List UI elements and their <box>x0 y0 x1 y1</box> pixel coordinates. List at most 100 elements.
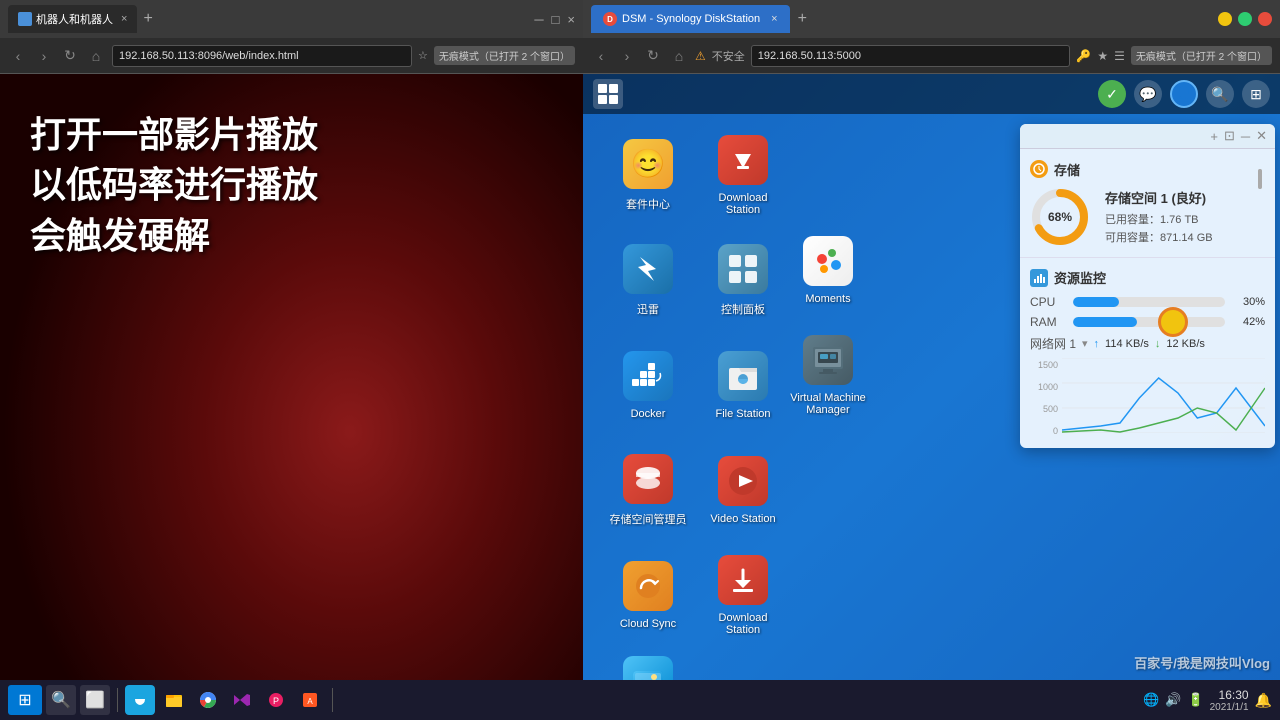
dsm-tab-active[interactable]: D DSM - Synology DiskStation × <box>591 5 790 33</box>
app-item-storage-manager[interactable]: 存储空间管理员 <box>603 439 693 539</box>
chart-canvas-area <box>1062 358 1265 438</box>
app-item-cloud-sync[interactable]: Cloud Sync <box>603 544 693 644</box>
dsm-win-minimize[interactable] <box>1218 12 1232 26</box>
storage-volume-name: 存储空间 1 (良好) <box>1105 188 1265 207</box>
left-tab-close[interactable]: × <box>121 13 127 25</box>
network-dropdown[interactable]: ▾ <box>1082 337 1088 350</box>
left-address-input[interactable] <box>112 45 412 67</box>
storage-donut-chart: 68% <box>1030 187 1090 247</box>
dsm-user-avatar[interactable]: 👤 <box>1170 80 1198 108</box>
taskbar-notification-button[interactable]: 🔔 <box>1255 692 1272 709</box>
taskbar-app6-icon[interactable]: A <box>295 685 325 715</box>
video-station-label: Video Station <box>710 513 775 525</box>
taskbar-vs-icon[interactable] <box>227 685 257 715</box>
app-item-control-panel[interactable]: 控制面板 <box>698 229 788 329</box>
storage-header: 存储 <box>1030 159 1265 179</box>
app-item-package-center[interactable]: 套件中心 <box>603 124 693 224</box>
storage-info: 存储空间 1 (良好) 已用容量：1.76 TB 可用容量：871.14 GB <box>1105 188 1265 247</box>
app-item-docker[interactable]: Docker <box>603 334 693 434</box>
dsm-key-icon[interactable]: 🔑 <box>1076 49 1091 63</box>
taskbar-network-icon[interactable]: 🌐 <box>1143 692 1159 708</box>
cloud-sync-icon <box>623 561 673 611</box>
left-tab-favicon <box>18 12 32 26</box>
dsm-win-close[interactable] <box>1258 12 1272 26</box>
dsm-apps-grid-icon[interactable] <box>593 79 623 109</box>
xunlei-icon <box>623 244 673 294</box>
control-panel-label: 控制面板 <box>721 301 765 317</box>
windows-start-button[interactable]: ⊞ <box>8 685 42 715</box>
dsm-search-button[interactable]: 🔍 <box>1206 80 1234 108</box>
dsm-bookmark-icon[interactable]: ★ <box>1097 49 1108 63</box>
widget-close-button[interactable]: ✕ <box>1256 128 1267 144</box>
dsm-address-input[interactable] <box>751 45 1071 67</box>
app-item-video-station[interactable]: Video Station <box>698 439 788 539</box>
dsm-nav-forward[interactable]: › <box>617 48 637 64</box>
overlay-line3: 会触发硬解 <box>30 211 318 261</box>
network-down-value: 12 KB/s <box>1166 338 1205 350</box>
dsm-chat-icon[interactable]: 💬 <box>1134 80 1162 108</box>
dsm-insecure-label: 不安全 <box>712 48 745 64</box>
dsm-extensions-icon[interactable]: ☰ <box>1114 49 1125 63</box>
dsm-browser-chrome: D DSM - Synology DiskStation × + <box>583 0 1280 38</box>
left-nav-refresh[interactable]: ↻ <box>60 47 80 64</box>
dsm-app-grid: 套件中心 Download Station <box>603 124 788 720</box>
dsm-win-maximize[interactable] <box>1238 12 1252 26</box>
chart-y-axis: 1500 1000 500 0 <box>1030 358 1058 438</box>
app-item-download-station2[interactable]: Download Station <box>698 544 788 644</box>
taskbar-battery-icon[interactable]: 🔋 <box>1187 692 1203 708</box>
left-new-tab-button[interactable]: + <box>139 10 156 28</box>
xunlei-label: 迅雷 <box>637 301 659 317</box>
chart-y-0: 0 <box>1030 426 1058 436</box>
storage-manager-icon <box>623 454 673 504</box>
taskbar-chrome-icon[interactable] <box>193 685 223 715</box>
left-tab-active[interactable]: 机器人和机器人 × <box>8 5 137 33</box>
dsm-tab-strip: D DSM - Synology DiskStation × + <box>591 5 813 33</box>
storage-widget-section: 存储 68% 存储空间 1 (良好) 已用容 <box>1020 149 1275 258</box>
app-item-moments[interactable]: Moments <box>783 219 873 319</box>
left-nav-forward[interactable]: › <box>34 48 54 64</box>
taskbar-edge-icon[interactable] <box>125 685 155 715</box>
taskbar-task-view[interactable]: ⬜ <box>80 685 110 715</box>
storage-detail: 68% 存储空间 1 (良好) 已用容量：1.76 TB 可用容量：871.14… <box>1030 187 1265 247</box>
widget-restore-button[interactable]: ⊡ <box>1224 128 1235 144</box>
taskbar-app5-icon[interactable]: P <box>261 685 291 715</box>
package-center-icon-wrap <box>621 137 675 191</box>
dsm-tab-close[interactable]: × <box>771 13 777 25</box>
widget-add-button[interactable]: + <box>1210 129 1218 144</box>
taskbar-clock[interactable]: 16:30 2021/1/1 <box>1210 688 1249 713</box>
left-win-close[interactable]: × <box>567 12 575 27</box>
app-item-virtual-machine[interactable]: Virtual Machine Manager <box>783 324 873 424</box>
right-panel: D DSM - Synology DiskStation × + ‹ › ↻ ⌂… <box>583 0 1280 720</box>
app-item-xunlei[interactable]: 迅雷 <box>603 229 693 329</box>
dsm-nav-refresh[interactable]: ↻ <box>643 47 663 64</box>
dsm-notification-icon[interactable]: ✓ <box>1098 80 1126 108</box>
xunlei-icon-wrap <box>621 242 675 296</box>
left-nav-back[interactable]: ‹ <box>8 48 28 64</box>
left-win-maximize[interactable]: □ <box>552 12 560 27</box>
download-station-icon-wrap <box>716 133 770 187</box>
dsm-new-tab-button[interactable]: + <box>792 10 813 28</box>
storage-scroll-thumb <box>1258 169 1262 189</box>
cloud-sync-icon-wrap <box>621 559 675 613</box>
left-bookmark-icon[interactable]: ☆ <box>418 49 428 62</box>
taskbar-search-button[interactable]: 🔍 <box>46 685 76 715</box>
left-win-minimize[interactable]: ─ <box>534 12 543 27</box>
package-center-icon <box>623 139 673 189</box>
dsm-nav-home[interactable]: ⌂ <box>669 48 689 64</box>
app-item-file-station[interactable]: File Station <box>698 334 788 434</box>
taskbar-volume-icon[interactable]: 🔊 <box>1165 692 1181 708</box>
network-up-icon: ↑ <box>1094 338 1100 350</box>
storage-scroll[interactable] <box>1258 169 1262 189</box>
taskbar-explorer-icon[interactable] <box>159 685 189 715</box>
widget-minimize-button[interactable]: ─ <box>1241 129 1250 144</box>
left-nav-home[interactable]: ⌂ <box>86 48 106 64</box>
storage-pct-label: 68% <box>1030 187 1090 247</box>
network-chart-svg <box>1062 358 1265 433</box>
docker-icon-wrap <box>621 349 675 403</box>
dsm-security-icon: ⚠ <box>695 49 706 63</box>
resource-widget-title: 资源监控 <box>1054 268 1106 287</box>
svg-text:P: P <box>273 696 279 706</box>
app-item-download-station[interactable]: Download Station <box>698 124 788 224</box>
dsm-grid-view-icon[interactable]: ⊞ <box>1242 80 1270 108</box>
dsm-nav-back[interactable]: ‹ <box>591 48 611 64</box>
